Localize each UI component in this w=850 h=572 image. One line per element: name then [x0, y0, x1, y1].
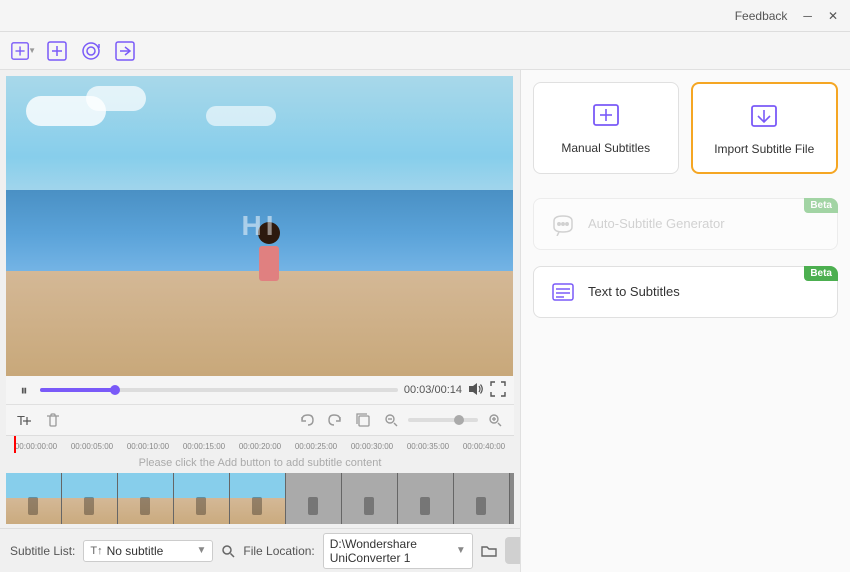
new-project-icon[interactable]: ▼: [10, 38, 36, 64]
file-location-select[interactable]: D:\Wondershare UniConverter 1 ▼: [323, 533, 473, 569]
manual-subtitles-option[interactable]: Manual Subtitles: [533, 82, 679, 174]
open-folder-button[interactable]: [481, 538, 497, 564]
ruler-marks: 00:00:00:00 00:00:05:00 00:00:10:00 00:0…: [6, 436, 514, 453]
text-to-subtitles-option[interactable]: Beta Text to Subtitles: [533, 266, 838, 318]
progress-fill: [40, 388, 115, 392]
zoom-slider-container: [408, 418, 478, 422]
feedback-button[interactable]: Feedback: [731, 7, 792, 25]
ruler-mark: 00:00:40:00: [456, 436, 512, 453]
manual-subtitles-icon: [588, 97, 624, 133]
add-media-icon[interactable]: [44, 38, 70, 64]
film-frame: [62, 473, 118, 524]
minimize-button[interactable]: ─: [799, 7, 816, 25]
progress-thumb[interactable]: [110, 385, 120, 395]
subtitle-list-value: No subtitle: [107, 544, 164, 558]
zoom-controls: [296, 409, 506, 431]
text-to-subtitles-icon: [548, 277, 578, 307]
import-subtitle-label: Import Subtitle File: [714, 142, 814, 158]
redo-button[interactable]: [324, 409, 346, 431]
fullscreen-icon[interactable]: [490, 381, 506, 400]
subtitle-t-icon: T↑: [90, 545, 102, 557]
film-frame: [174, 473, 230, 524]
cloud: [86, 86, 146, 111]
subtitle-hint: Please click the Add button to add subti…: [6, 453, 514, 473]
auto-subtitle-beta-badge: Beta: [804, 198, 838, 213]
subtitle-search-button[interactable]: [221, 538, 235, 564]
zoom-slider[interactable]: [408, 418, 478, 422]
auto-subtitle-option[interactable]: Beta Auto-Subtitle Generator: [533, 198, 838, 250]
ruler-mark: 00:00:30:00: [344, 436, 400, 453]
film-frame: [6, 473, 62, 524]
film-frame: [230, 473, 286, 524]
film-frame: [342, 473, 398, 524]
file-location-label: File Location:: [243, 544, 314, 558]
add-subtitle-button[interactable]: T: [14, 409, 36, 431]
subtitle-list-label: Subtitle List:: [10, 544, 75, 558]
subtitle-list-select[interactable]: T↑ No subtitle ▼: [83, 540, 213, 562]
timeline-ruler: 00:00:00:00 00:00:05:00 00:00:10:00 00:0…: [6, 435, 514, 453]
delete-button[interactable]: [42, 409, 64, 431]
manual-subtitles-label: Manual Subtitles: [561, 141, 650, 157]
video-container: HI: [6, 76, 513, 376]
video-controls: ⏸ 00:03/00:14: [6, 376, 514, 405]
ruler-mark: 00:00:10:00: [120, 436, 176, 453]
ruler-mark: 00:00:20:00: [232, 436, 288, 453]
text-to-subtitles-label: Text to Subtitles: [588, 284, 680, 299]
play-pause-button[interactable]: ⏸: [14, 380, 34, 400]
subtitle-select-arrow: ▼: [196, 545, 206, 556]
import-subtitle-option[interactable]: Import Subtitle File: [691, 82, 839, 174]
film-frame: [454, 473, 510, 524]
left-panel: HI ⏸ 00:03/00:14: [0, 70, 520, 572]
film-frame: [286, 473, 342, 524]
subtitle-options: Manual Subtitles Import Subtitle File: [533, 82, 838, 174]
text-subtitles-beta-badge: Beta: [804, 266, 838, 281]
file-location-value: D:\Wondershare UniConverter 1: [330, 537, 452, 565]
figure-body: [259, 246, 279, 281]
film-frame: [118, 473, 174, 524]
auto-subtitle-label: Auto-Subtitle Generator: [588, 216, 725, 231]
video-thumbnail: HI: [6, 76, 513, 376]
undo-button[interactable]: [296, 409, 318, 431]
volume-icon[interactable]: [468, 381, 484, 400]
progress-bar[interactable]: [40, 388, 398, 392]
watermark: HI: [242, 210, 278, 242]
ruler-mark: 00:00:00:00: [8, 436, 64, 453]
pause-icon: ⏸: [21, 382, 28, 399]
copy-icon[interactable]: [352, 409, 374, 431]
film-frame: [398, 473, 454, 524]
timeline-controls: T: [6, 405, 514, 435]
ruler-mark: 00:00:05:00: [64, 436, 120, 453]
ruler-mark: 00:00:35:00: [400, 436, 456, 453]
right-panel: Manual Subtitles Import Subtitle File Be…: [520, 70, 850, 572]
import-subtitle-icon: [746, 98, 782, 134]
film-strip: [6, 473, 514, 524]
bottom-bar: Subtitle List: T↑ No subtitle ▼ File Loc…: [0, 528, 520, 572]
new-project-arrow: ▼: [28, 46, 36, 55]
zoom-out-button[interactable]: [380, 409, 402, 431]
time-display: 00:03/00:14: [404, 384, 462, 396]
record-icon[interactable]: [78, 38, 104, 64]
playhead: [14, 436, 16, 453]
zoom-thumb[interactable]: [454, 415, 464, 425]
import-icon[interactable]: [112, 38, 138, 64]
main-content: HI ⏸ 00:03/00:14: [0, 70, 850, 572]
title-bar: Feedback ─ ✕: [0, 0, 850, 32]
zoom-in-button[interactable]: [484, 409, 506, 431]
close-button[interactable]: ✕: [824, 7, 842, 25]
title-bar-controls: Feedback ─ ✕: [731, 7, 842, 25]
file-location-arrow: ▼: [456, 545, 466, 556]
cloud: [206, 106, 276, 126]
auto-subtitle-icon: [548, 209, 578, 239]
ruler-mark: 00:00:15:00: [176, 436, 232, 453]
toolbar: ▼: [0, 32, 850, 70]
ruler-mark: 00:00:25:00: [288, 436, 344, 453]
